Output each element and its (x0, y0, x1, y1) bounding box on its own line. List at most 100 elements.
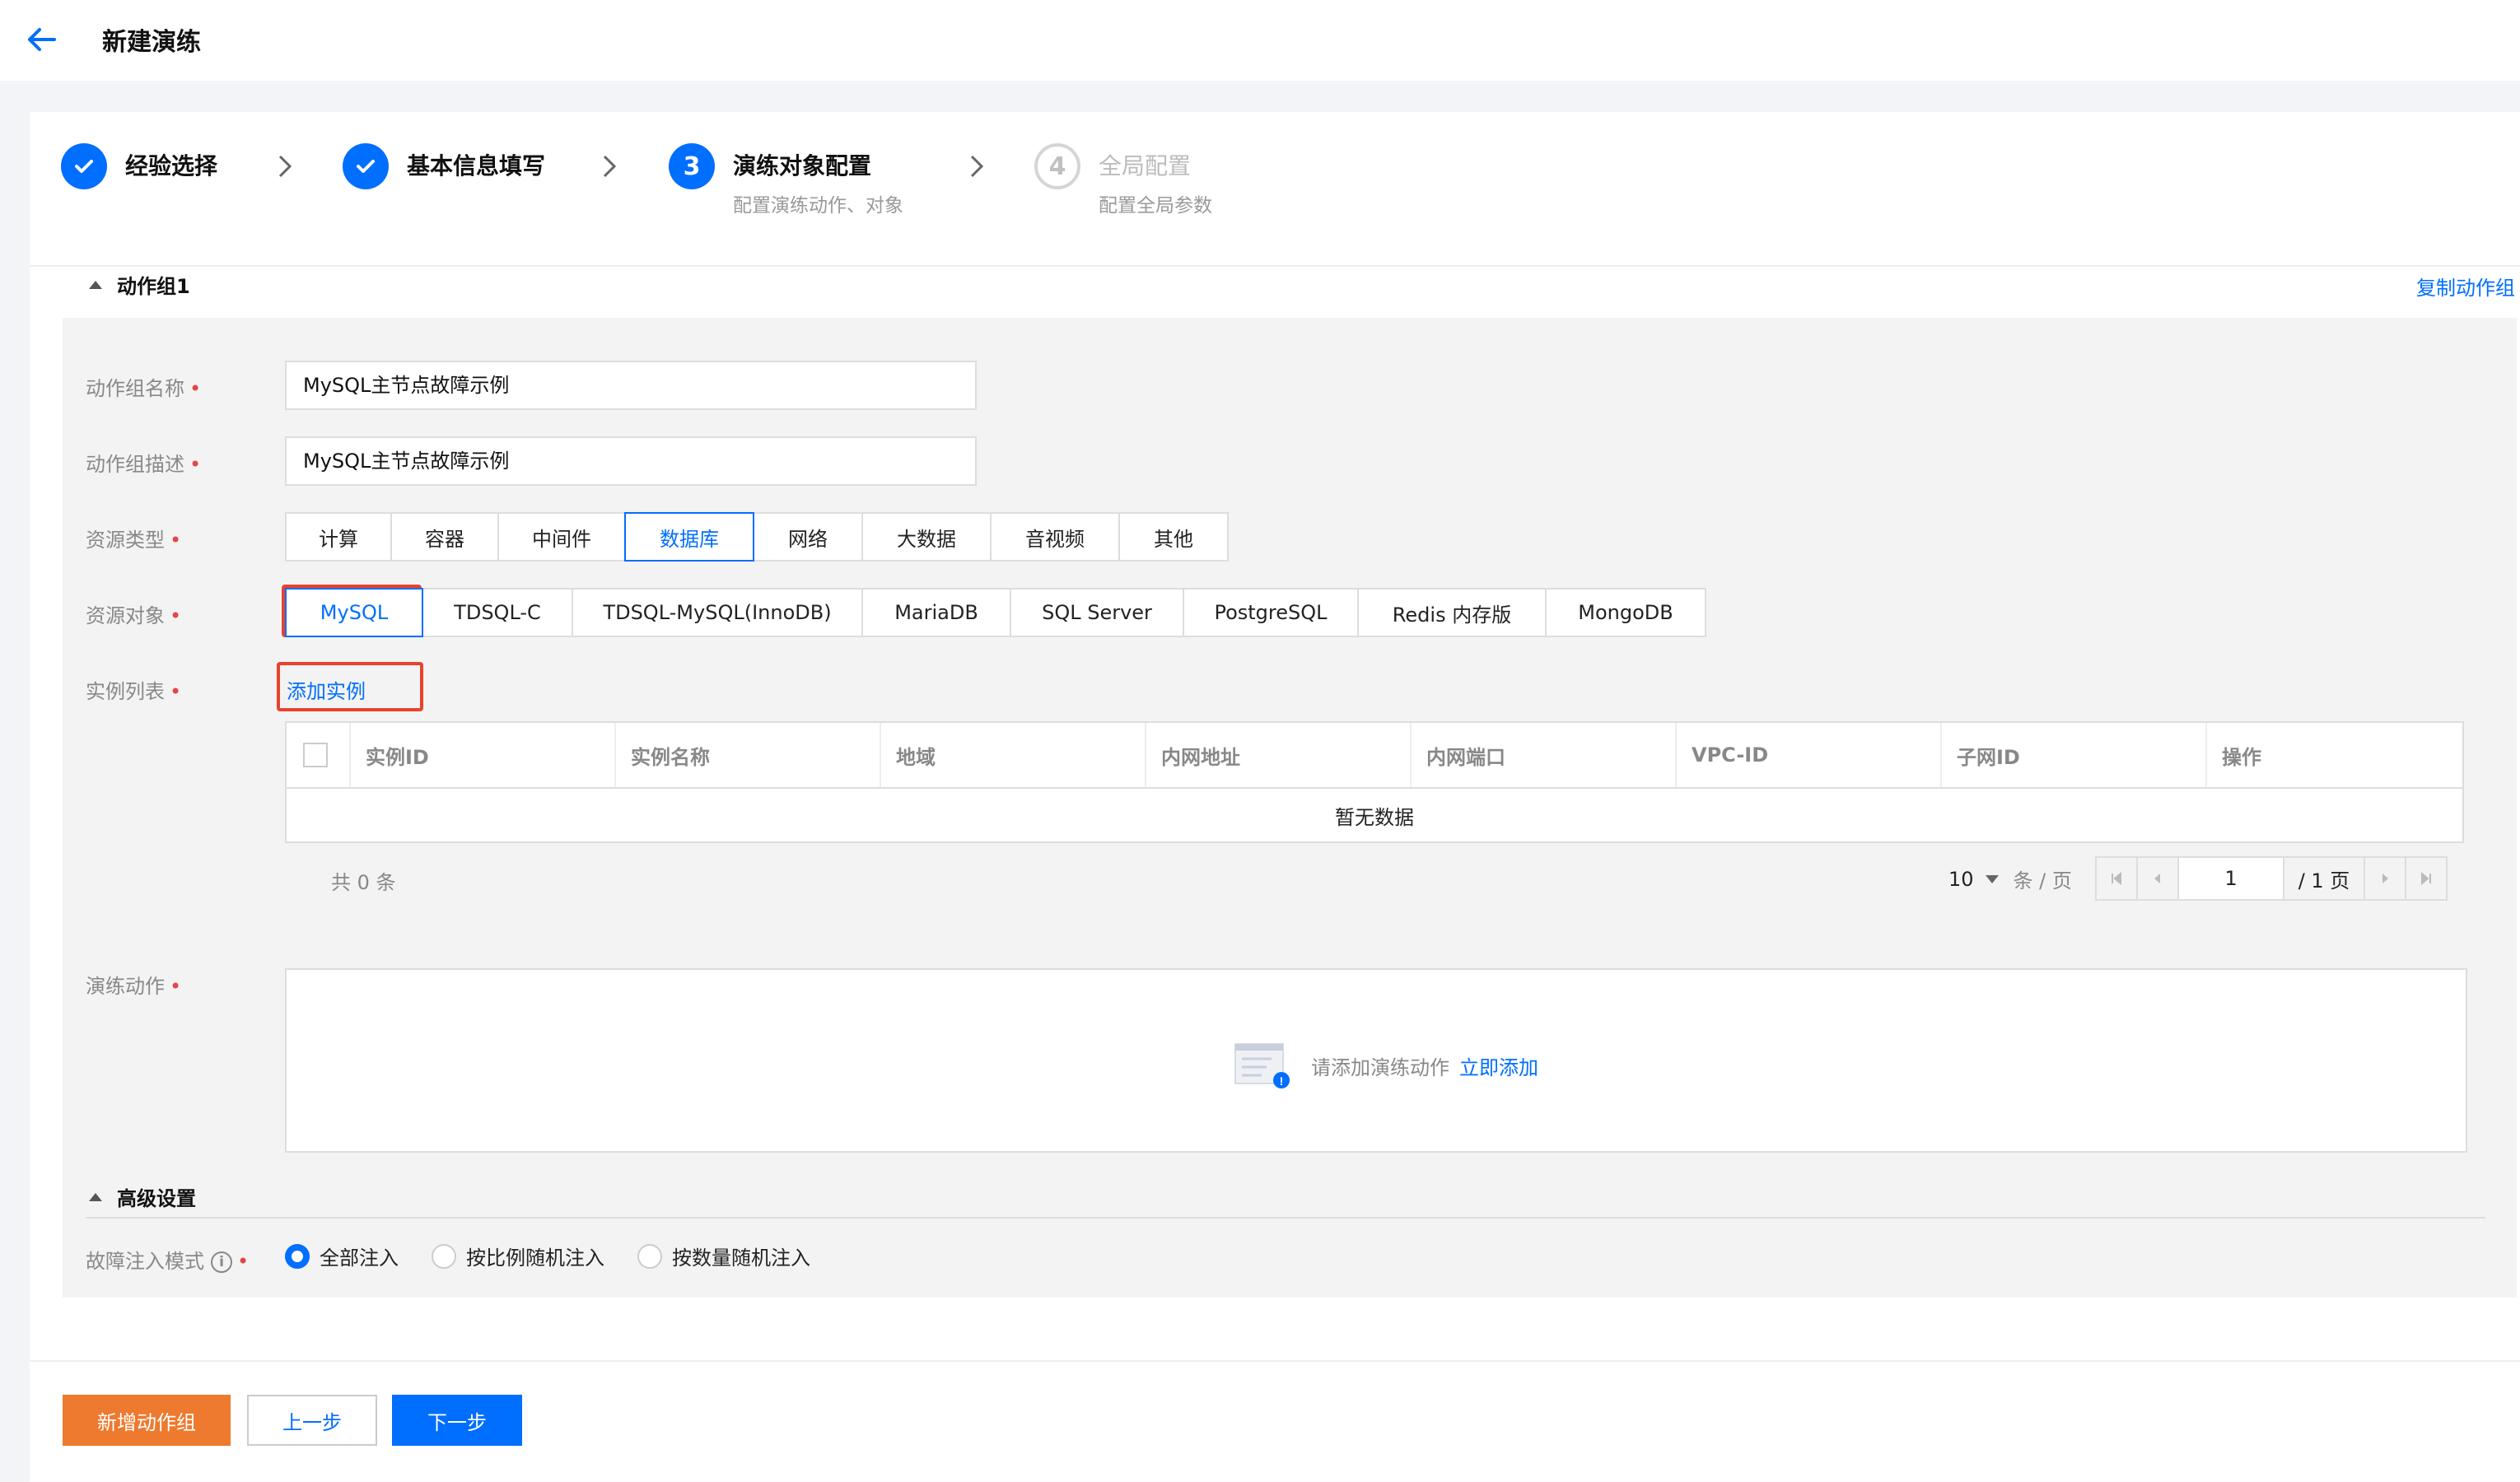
step-subtitle: 配置全局参数 (1099, 195, 1212, 217)
page-title: 新建演练 (102, 28, 201, 57)
next-step-button[interactable]: 下一步 (392, 1395, 522, 1446)
resource-type-option[interactable]: 音视频 (990, 512, 1120, 562)
resource-type-option[interactable]: 大数据 (861, 512, 992, 562)
step-number: 4 (1034, 143, 1080, 189)
inject-mode-count[interactable]: 按数量随机注入 (637, 1242, 810, 1270)
group-name-input[interactable]: MySQL主节点故障示例 (285, 361, 977, 410)
chevron-right-icon (603, 155, 617, 178)
step-1: 经验选择 (61, 143, 217, 189)
resource-type-option[interactable]: 其他 (1118, 512, 1229, 562)
column-header: 子网ID (1942, 723, 2207, 787)
group-name-label: 动作组名称 • (86, 377, 202, 400)
step-indicator: 经验选择 基本信息填写 3 演练对象配置 配置演练动作、对象 4 全局配置 配置… (30, 112, 2520, 267)
inject-mode-ratio[interactable]: 按比例随机注入 (432, 1242, 604, 1270)
back-arrow-icon[interactable] (25, 23, 58, 56)
resource-type-label: 资源类型 • (86, 529, 182, 552)
resource-object-option[interactable]: PostgreSQL (1183, 588, 1359, 637)
footer-divider (30, 1360, 2520, 1362)
radio-unchecked[interactable] (432, 1243, 456, 1269)
action-group-title: 动作组1 (117, 275, 190, 298)
chevron-down-icon (1985, 874, 1999, 883)
resource-type-option-selected[interactable]: 数据库 (624, 512, 754, 562)
prev-page-button[interactable] (2138, 858, 2179, 899)
select-all-checkbox[interactable] (303, 743, 328, 767)
add-action-now-link[interactable]: 立即添加 (1459, 1051, 1538, 1080)
select-all-cell (287, 723, 351, 787)
chevron-right-icon (970, 155, 984, 178)
instance-table: 实例ID 实例名称 地域 内网地址 内网端口 VPC-ID 子网ID 操作 暂无… (285, 721, 2464, 843)
first-page-icon (2112, 871, 2121, 886)
current-page-input[interactable]: 1 (2179, 858, 2284, 899)
column-header: 操作 (2222, 745, 2261, 769)
top-bar: 新建演练 (0, 0, 2520, 81)
resource-object-option[interactable]: TDSQL-C (422, 588, 573, 637)
resource-object-option[interactable]: TDSQL-MySQL(InnoDB) (572, 588, 863, 637)
chevron-right-icon (278, 155, 292, 178)
next-page-icon (2382, 874, 2388, 883)
last-page-icon (2421, 871, 2431, 886)
info-icon[interactable]: i (211, 1251, 232, 1273)
page-size-area: 10 条 / 页 (1948, 864, 2072, 893)
inject-mode-all[interactable]: 全部注入 (285, 1242, 399, 1270)
column-header: 内网地址 (1146, 723, 1412, 787)
prev-page-icon (2154, 874, 2160, 883)
column-header: 实例名称 (616, 723, 881, 787)
step-title: 演练对象配置 (733, 152, 872, 179)
prev-step-button[interactable]: 上一步 (247, 1395, 377, 1446)
resource-object-option-selected[interactable]: MySQL (285, 588, 423, 637)
column-header: VPC-ID (1677, 723, 1942, 787)
step-3: 3 演练对象配置 配置演练动作、对象 (669, 143, 903, 217)
radio-unchecked[interactable] (637, 1243, 662, 1269)
first-page-button[interactable] (2097, 858, 2138, 899)
next-page-button[interactable] (2364, 858, 2405, 899)
check-icon (61, 143, 107, 189)
resource-object-label: 资源对象 • (86, 604, 182, 627)
step-number: 3 (669, 143, 715, 189)
check-icon (343, 143, 389, 189)
step-title: 经验选择 (125, 152, 218, 179)
resource-type-option[interactable]: 网络 (753, 512, 863, 562)
actions-empty-state: ! 请添加演练动作 立即添加 (1234, 1041, 1538, 1090)
actions-empty-text: 请添加演练动作 (1311, 1056, 1449, 1079)
inject-mode-radio-group: 全部注入 按比例随机注入 按数量随机注入 (285, 1242, 843, 1270)
resource-type-option[interactable]: 容器 (390, 512, 499, 562)
last-page-button[interactable] (2405, 858, 2446, 899)
resource-object-selector: MySQL TDSQL-C TDSQL-MySQL(InnoDB) MariaD… (285, 588, 1706, 637)
step-subtitle: 配置演练动作、对象 (733, 195, 903, 217)
step-4: 4 全局配置 配置全局参数 (1034, 143, 1212, 217)
group-desc-input[interactable]: MySQL主节点故障示例 (285, 436, 977, 486)
instance-list-label: 实例列表 • (86, 680, 182, 703)
empty-list-icon: ! (1234, 1043, 1290, 1088)
step-title: 基本信息填写 (407, 152, 546, 179)
resource-type-selector: 计算 容器 中间件 数据库 网络 大数据 音视频 其他 (285, 512, 1229, 562)
column-header: 实例ID (351, 723, 616, 787)
add-action-group-button[interactable]: 新增动作组 (63, 1395, 231, 1446)
collapse-triangle-icon (89, 1192, 102, 1201)
add-instance-highlight-box (277, 662, 423, 711)
resource-type-option[interactable]: 计算 (285, 512, 392, 562)
resource-type-option[interactable]: 中间件 (497, 512, 626, 562)
total-pages-label: / 1 页 (2284, 858, 2364, 899)
copy-action-group-link[interactable]: 复制动作组 (2416, 272, 2515, 301)
group-desc-label: 动作组描述 • (86, 453, 202, 476)
action-group-toggle[interactable]: 动作组1 (89, 270, 190, 299)
resource-object-option[interactable]: MongoDB (1545, 588, 1706, 637)
advanced-settings-toggle[interactable]: 高级设置 (89, 1182, 196, 1211)
per-page-label: 条 / 页 (2013, 869, 2072, 892)
svg-text:!: ! (1280, 1074, 1284, 1088)
total-count: 共 0 条 (331, 871, 396, 894)
divider (86, 1217, 2485, 1219)
table-header: 实例ID 实例名称 地域 内网地址 内网端口 VPC-ID 子网ID 操作 (287, 723, 2462, 789)
page-size-select[interactable]: 10 (1948, 868, 1999, 891)
actions-label: 演练动作 • (86, 975, 182, 998)
resource-object-option[interactable]: SQL Server (1010, 588, 1184, 637)
inject-mode-label: 故障注入模式 i • (86, 1250, 250, 1273)
column-header: 内网端口 (1412, 723, 1677, 787)
step-title: 全局配置 (1099, 152, 1192, 179)
resource-object-option[interactable]: Redis 内存版 (1357, 588, 1547, 637)
column-header: 地域 (881, 723, 1146, 787)
radio-checked[interactable] (285, 1243, 310, 1269)
resource-object-option[interactable]: MariaDB (861, 588, 1011, 637)
actions-empty-box: ! 请添加演练动作 立即添加 (285, 968, 2467, 1153)
table-empty-row: 暂无数据 (1335, 805, 1414, 829)
